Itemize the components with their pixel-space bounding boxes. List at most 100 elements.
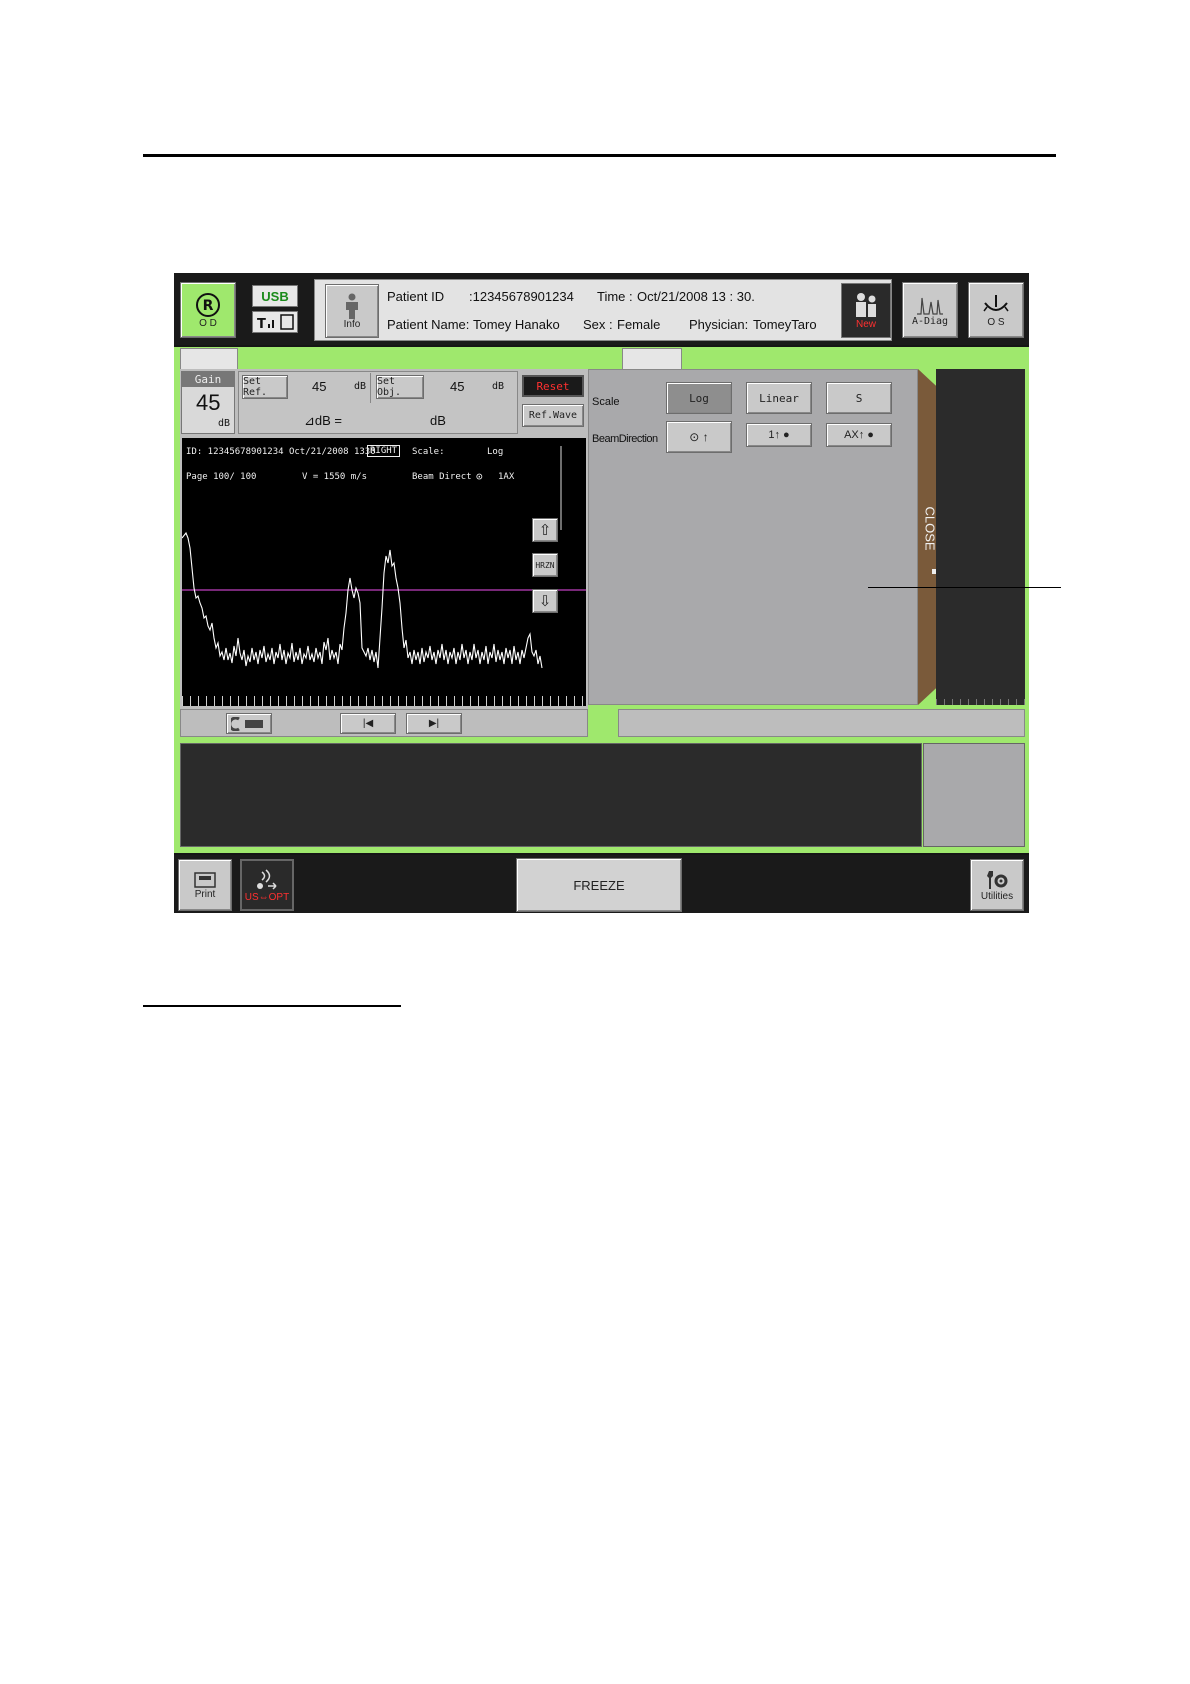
arrow-up-icon: ⇧: [538, 522, 552, 539]
hrzn-label: HRZN: [535, 560, 555, 570]
play-icon: ▶|: [428, 718, 440, 729]
usb-status: USB: [252, 285, 298, 307]
beam-direction-label: BeamDirection: [592, 433, 658, 445]
new-label: New: [855, 319, 876, 330]
gain-box[interactable]: Gain 45 dB: [181, 371, 235, 434]
sex-value: Female: [617, 317, 661, 332]
top-rule: [143, 154, 1056, 157]
waveform-trace: [182, 531, 543, 669]
scale-linear-button[interactable]: Linear: [746, 382, 812, 414]
set-ref-value: 45: [312, 379, 327, 394]
scale-s-label: S: [855, 391, 863, 405]
section-underline: [143, 1005, 401, 1007]
beam-direction-center-button[interactable]: ⊙ ↑: [666, 421, 732, 453]
waveform-ticks: [182, 696, 586, 706]
beam-center-label: ⊙ ↑: [689, 430, 709, 444]
utilities-button[interactable]: Utilities: [970, 859, 1024, 911]
patient-id-label: Patient ID: [387, 289, 445, 304]
reset-button[interactable]: Reset: [522, 375, 584, 397]
info-button[interactable]: Info: [325, 284, 379, 338]
beam-direction-1-button[interactable]: 1↑ ●: [746, 423, 812, 447]
scale-log-button[interactable]: Log: [666, 382, 732, 414]
od-button[interactable]: R O D: [180, 282, 236, 338]
freeze-label: FREEZE: [573, 877, 625, 893]
gain-value: 45: [196, 390, 221, 415]
tab-left[interactable]: [180, 348, 238, 369]
top-bar: R O D USB T Info Patient ID:12345678901…: [174, 273, 1029, 345]
a-diag-label: A-Diag: [911, 315, 949, 327]
printer-icon: [194, 871, 216, 888]
arrow-down-icon: ⇩: [538, 593, 552, 610]
right-dark-area: [936, 369, 1025, 705]
print-button[interactable]: Print: [178, 859, 232, 911]
a-scan-icon: [917, 297, 943, 315]
freeze-button[interactable]: FREEZE: [516, 858, 682, 912]
print-label: Print: [194, 888, 216, 900]
gain-unit: dB: [218, 418, 231, 429]
beam-direction-ax-button[interactable]: AX↑ ●: [826, 423, 892, 447]
set-ref-button[interactable]: Set Ref.: [242, 375, 288, 399]
set-ref-unit: dB: [354, 381, 367, 392]
scale-linear-label: Linear: [759, 391, 799, 405]
physician-label: Physician:: [689, 317, 749, 332]
patient-id-value: :12345678901234: [469, 289, 574, 304]
hrzn-button[interactable]: HRZN: [532, 553, 558, 577]
person-icon: [346, 293, 358, 319]
callout-leader-line: [868, 587, 1061, 588]
patient-name-value: Tomey Hanako: [473, 317, 560, 332]
new-patient-button[interactable]: New: [841, 283, 891, 338]
set-obj-label: Set Obj.: [377, 376, 402, 398]
message-area: [180, 743, 922, 847]
utilities-label: Utilities: [980, 890, 1014, 902]
next-page-button[interactable]: ▶|: [406, 713, 462, 734]
threshold-down-button[interactable]: ⇩: [532, 589, 558, 613]
set-ref-label: Set Ref.: [243, 376, 268, 398]
patient-info-panel: Info Patient ID :12345678901234 Time : O…: [314, 279, 892, 341]
set-obj-value: 45: [450, 379, 465, 394]
svg-text:T: T: [257, 317, 266, 332]
first-page-button[interactable]: |◀: [340, 713, 396, 734]
delta-db-unit: dB: [430, 413, 446, 428]
set-obj-button[interactable]: Set Obj.: [376, 375, 424, 399]
us-opt-label: US⇔OPT: [244, 891, 290, 903]
right-area-ticks: [936, 699, 1025, 705]
scale-label: Scale: [592, 396, 620, 408]
settings-panel: [588, 369, 918, 705]
right-panel-footer: [618, 709, 1025, 737]
threshold-up-button[interactable]: ⇧: [532, 518, 558, 542]
probe-button[interactable]: [226, 713, 272, 734]
scale-log-label: Log: [689, 391, 709, 405]
waveform-display: ID: 12345678901234 Oct/21/2008 1330 RIGH…: [182, 438, 586, 706]
tab-right[interactable]: [622, 348, 682, 369]
gain-label-bar: Gain: [182, 372, 234, 387]
set-obj-unit: dB: [492, 381, 505, 392]
ref-wave-label: Ref.Wave: [528, 410, 578, 421]
usb-label: USB: [261, 288, 289, 304]
info-label: Info: [343, 318, 361, 330]
svg-text:R: R: [203, 298, 214, 314]
os-label: O S: [987, 316, 1005, 328]
os-button[interactable]: O S: [968, 282, 1024, 338]
skip-back-icon: |◀: [362, 718, 374, 729]
sex-label: Sex :: [583, 317, 613, 332]
reset-label: Reset: [536, 379, 570, 393]
a-diag-button[interactable]: A-Diag: [902, 282, 958, 338]
left-eye-icon: [983, 294, 1009, 311]
physician-value: TomeyTaro: [753, 317, 817, 332]
gain-label: Gain: [194, 373, 222, 386]
us-opt-button[interactable]: US⇔OPT: [240, 859, 294, 911]
message-side-box: [923, 743, 1025, 847]
wrench-gear-icon: [987, 870, 1008, 889]
new-patient-icon: [856, 293, 876, 317]
patient-name-label: Patient Name:: [387, 317, 470, 332]
ref-wave-button[interactable]: Ref.Wave: [522, 404, 584, 427]
right-eye-icon: R: [196, 292, 220, 317]
device-screen: R O D USB T Info Patient ID:12345678901…: [174, 273, 1029, 913]
od-label: O D: [199, 317, 217, 329]
probe-icon: [231, 716, 263, 731]
delta-db-label: ⊿dB =: [304, 413, 342, 428]
us-opt-icon: [257, 868, 277, 890]
scale-s-button[interactable]: S: [826, 382, 892, 414]
beam-ax-label: AX↑ ●: [844, 429, 874, 441]
beam-1-label: 1↑ ●: [768, 429, 790, 441]
